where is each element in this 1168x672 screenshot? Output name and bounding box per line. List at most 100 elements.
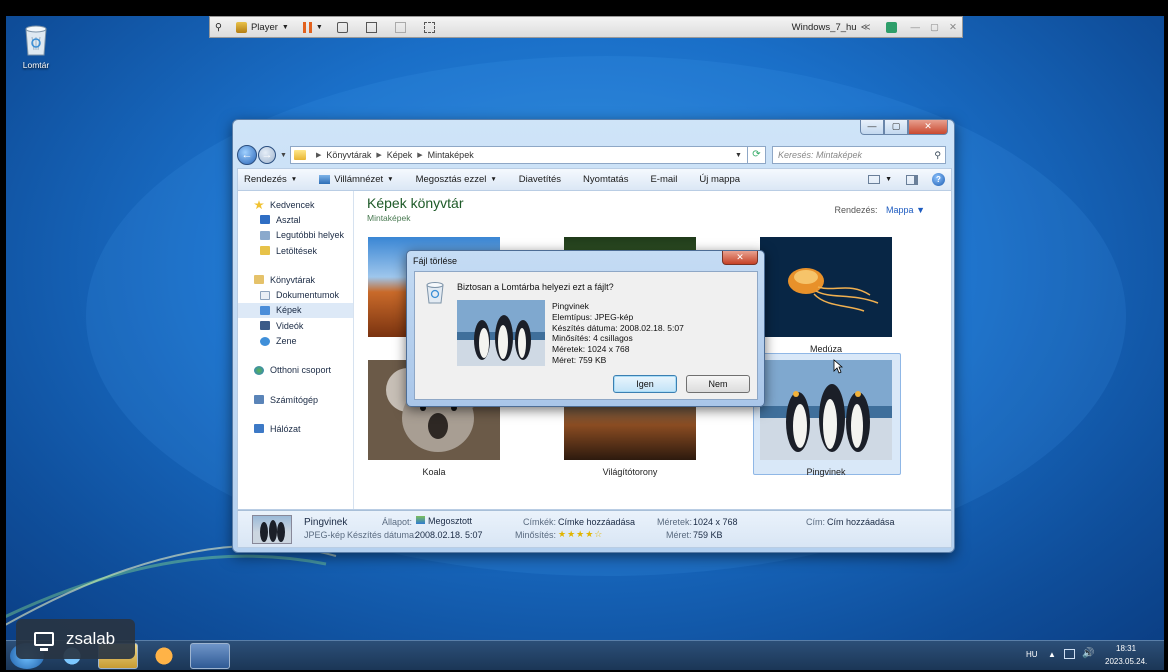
- caption-lighthouse[interactable]: Világítótorony: [556, 467, 704, 477]
- volume-tray-icon[interactable]: 🔊: [1082, 648, 1094, 659]
- details-size-label: Méret:: [666, 530, 692, 540]
- media-player-taskbar-icon[interactable]: [144, 643, 184, 669]
- unity-button[interactable]: [386, 17, 415, 37]
- details-title-label: Cím:: [806, 517, 825, 527]
- print-button[interactable]: Nyomtatás: [583, 174, 628, 185]
- nav-network[interactable]: Hálózat: [238, 421, 353, 436]
- details-tags-label: Címkék:: [523, 517, 557, 527]
- help-icon[interactable]: ?: [932, 173, 945, 186]
- vm-minimize-button[interactable]: —: [906, 17, 926, 37]
- nav-libraries[interactable]: Könyvtárak: [238, 272, 353, 287]
- nav-computer[interactable]: Számítógép: [238, 392, 353, 407]
- nav-documents[interactable]: Dokumentumok: [238, 287, 353, 302]
- details-dims-label: Méretek:: [657, 517, 693, 527]
- pin-button[interactable]: ⚲: [210, 17, 227, 37]
- thumbnail-penguins[interactable]: [760, 360, 892, 460]
- homegroup-icon: [254, 365, 264, 375]
- recent-pages-dropdown[interactable]: ▼: [280, 152, 287, 159]
- security-taskbar-icon[interactable]: [190, 643, 230, 669]
- dialog-body: Biztosan a Lomtárba helyezi ezt a fájlt?…: [414, 271, 758, 400]
- fullscreen-button[interactable]: [357, 17, 386, 37]
- details-rating-stars[interactable]: ★★★★☆: [558, 529, 603, 540]
- details-type: JPEG-kép: [304, 530, 346, 540]
- dialog-close-button[interactable]: ✕: [722, 251, 758, 265]
- penguins-graphic: [760, 360, 892, 460]
- devices-button[interactable]: [415, 17, 444, 37]
- taskbar: HU ▲ 🔊 18:31 2023.05.24.: [6, 640, 1164, 670]
- nav-videos[interactable]: Videók: [238, 318, 353, 333]
- arrange-by-dropdown[interactable]: Mappa ▼: [886, 205, 925, 215]
- yes-button[interactable]: Igen: [613, 375, 677, 393]
- library-button[interactable]: [877, 17, 906, 37]
- vm-close-button[interactable]: ✕: [944, 17, 962, 37]
- arrange-by: Rendezés: Mappa ▼: [834, 205, 926, 215]
- caption-koala[interactable]: Koala: [360, 467, 508, 477]
- library-subtitle[interactable]: Mintaképek: [367, 213, 410, 223]
- share-with-menu[interactable]: Megosztás ezzel ▼: [416, 174, 497, 185]
- vm-restore-button[interactable]: ▢: [925, 17, 944, 37]
- thumbnail-jellyfish[interactable]: [760, 237, 892, 337]
- videos-icon: [260, 321, 270, 331]
- address-dropdown[interactable]: ▼: [730, 152, 747, 159]
- slideshow-button[interactable]: Diavetítés: [519, 174, 561, 185]
- caption-penguins[interactable]: Pingvinek: [752, 467, 900, 477]
- maximize-button[interactable]: ▢: [884, 120, 908, 135]
- dialog-info-name: Pingvinek: [552, 301, 589, 311]
- player-icon: [235, 21, 247, 33]
- preview-pane-icon[interactable]: [906, 174, 918, 185]
- email-button[interactable]: E-mail: [650, 174, 677, 185]
- music-icon: [260, 336, 270, 346]
- pause-button[interactable]: ▼: [294, 17, 328, 37]
- refresh-button[interactable]: ⟳: [747, 146, 766, 164]
- new-folder-button[interactable]: Új mappa: [699, 174, 740, 185]
- keyboard-icon: [336, 21, 348, 33]
- address-bar[interactable]: ▶ Könyvtárak ▶ Képek ▶ Mintaképek ▼: [289, 146, 748, 164]
- details-penguins-graphic: [260, 520, 285, 542]
- view-options-icon[interactable]: [868, 175, 881, 184]
- nav-desktop[interactable]: Asztal: [238, 212, 353, 227]
- shared-icon: [416, 516, 425, 524]
- details-rating-label: Minősítés:: [515, 530, 557, 540]
- clock-date[interactable]: 2023.05.24.: [1105, 657, 1147, 666]
- preview-menu[interactable]: Villámnézet ▼: [319, 174, 394, 185]
- show-hidden-icons[interactable]: ▲: [1048, 650, 1056, 659]
- monitor-icon: [34, 632, 54, 651]
- nav-homegroup[interactable]: Otthoni csoport: [238, 363, 353, 378]
- no-button[interactable]: Nem: [686, 375, 750, 393]
- recycle-bin-icon[interactable]: Lomtár: [16, 22, 56, 70]
- dialog-info-rating: Minősítés: 4 csillagos: [552, 333, 633, 344]
- nav-pictures[interactable]: Képek: [238, 302, 353, 319]
- close-button[interactable]: ✕: [908, 120, 948, 135]
- breadcrumb-pictures[interactable]: Képek: [387, 150, 413, 160]
- vm-name: Windows_7_hu ≪: [791, 21, 871, 33]
- view-dropdown[interactable]: ▼: [885, 176, 892, 183]
- nav-recent-places[interactable]: Legutóbbi helyek: [238, 228, 353, 243]
- back-button[interactable]: ←: [237, 145, 257, 165]
- send-ctrl-alt-del-button[interactable]: [328, 17, 357, 37]
- dialog-info-dims: Méretek: 1024 x 768: [552, 344, 630, 355]
- forward-button[interactable]: →: [258, 146, 276, 164]
- jellyfish-graphic: [760, 237, 892, 337]
- details-date-label: Készítés dátuma:: [347, 530, 417, 540]
- documents-icon: [260, 290, 270, 300]
- network-tray-icon[interactable]: [1064, 649, 1075, 659]
- details-title-value[interactable]: Cím hozzáadása: [827, 517, 895, 527]
- nav-favorites[interactable]: Kedvencek: [238, 197, 353, 212]
- breadcrumb-libraries[interactable]: Könyvtárak: [326, 150, 371, 160]
- pause-icon: [302, 21, 312, 33]
- language-indicator[interactable]: HU: [1026, 650, 1038, 659]
- player-menu[interactable]: Player ▼: [227, 17, 294, 37]
- search-input[interactable]: Keresés: Mintaképek ⚲: [771, 146, 946, 164]
- breadcrumb-sample-pictures[interactable]: Mintaképek: [428, 150, 474, 160]
- recent-places-icon: [260, 230, 270, 240]
- clock-time[interactable]: 18:31: [1116, 644, 1136, 653]
- nav-music[interactable]: Zene: [238, 333, 353, 348]
- unity-icon: [394, 21, 406, 33]
- nav-downloads[interactable]: Letöltések: [238, 243, 353, 258]
- preview-icon: [319, 175, 331, 184]
- organize-menu[interactable]: Rendezés ▼: [244, 174, 297, 185]
- details-state-value: Megosztott: [416, 516, 472, 526]
- dialog-penguins-graphic: [457, 300, 545, 366]
- details-tags-value[interactable]: Címke hozzáadása: [558, 517, 635, 527]
- minimize-button[interactable]: —: [860, 120, 884, 135]
